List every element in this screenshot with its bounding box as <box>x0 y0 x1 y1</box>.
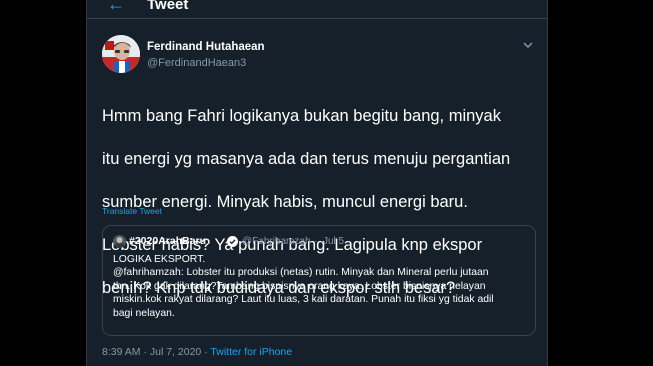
author-handle[interactable]: @FerdinandHaean3 <box>147 56 265 70</box>
tweet-source-link[interactable]: Twitter for iPhone <box>210 346 292 358</box>
quoted-line: thn. Kok gak dilarang?Tambang bisnisnya … <box>113 280 486 292</box>
chevron-down-icon[interactable] <box>521 38 535 52</box>
meta-separator: · <box>140 346 150 358</box>
tweet-time[interactable]: 8:39 AM <box>102 346 141 358</box>
translate-tweet-link[interactable]: Translate Tweet <box>102 206 162 216</box>
quoted-line: @fahrihamzah: Lobster itu produksi (neta… <box>113 267 489 279</box>
verified-badge-icon <box>227 236 238 247</box>
avatar[interactable] <box>102 35 140 73</box>
quoted-tweet[interactable]: #2020ArahBaru @Fahrihamzah · Jul 5 LOGIK… <box>102 225 536 336</box>
quoted-author-handle[interactable]: @Fahrihamzah <box>242 235 311 248</box>
tweet-metadata: 8:39 AM · Jul 7, 2020 · Twitter for iPho… <box>102 346 292 358</box>
tweet-line: sumber energi. Minyak habis, muncul ener… <box>102 192 468 211</box>
quoted-line: miskin.kok rakyat dilarang? Laut itu lua… <box>113 294 494 306</box>
quoted-author-name[interactable]: #2020ArahBaru <box>129 235 206 248</box>
quoted-avatar[interactable] <box>113 235 126 248</box>
tweet-detail-panel: ← Tweet Ferdinand Hutahaean @FerdinandHa… <box>86 0 548 366</box>
arrow-left-icon[interactable]: ← <box>107 0 125 14</box>
quoted-line: LOGIKA EKSPORT. <box>113 254 206 265</box>
author-name[interactable]: Ferdinand Hutahaean <box>147 40 265 54</box>
tweet-line: itu energi yg masanya ada dan terus menu… <box>102 149 511 168</box>
quoted-tweet-text: LOGIKA EKSPORT. @fahrihamzah: Lobster it… <box>113 253 528 320</box>
quoted-date[interactable]: Jul 5 <box>323 235 344 248</box>
page-title: Tweet <box>147 0 189 13</box>
tweet-date[interactable]: Jul 7, 2020 <box>150 346 201 358</box>
tweet-line: Hmm bang Fahri logikanya bukan begitu ba… <box>102 106 501 125</box>
author-block[interactable]: Ferdinand Hutahaean @FerdinandHaean3 <box>147 40 265 70</box>
header-bar: ← Tweet <box>87 0 547 19</box>
separator-dot: · <box>314 236 318 247</box>
quoted-line: bagi nelayan. <box>113 307 175 319</box>
